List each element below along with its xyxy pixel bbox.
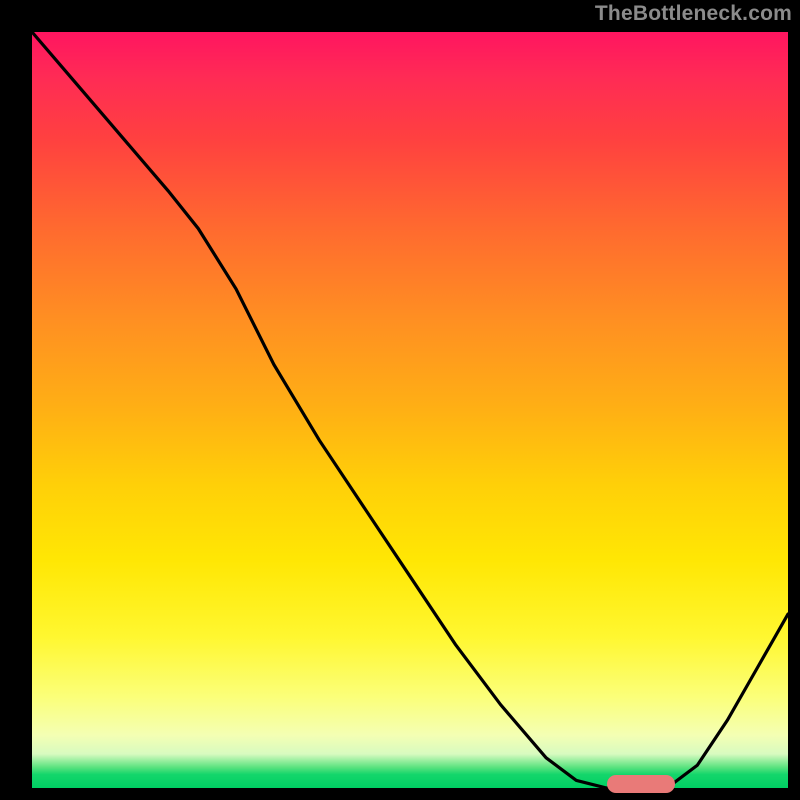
watermark-text: TheBottleneck.com <box>595 2 792 26</box>
plot-area <box>32 32 788 788</box>
optimal-range-marker <box>607 775 675 793</box>
bottleneck-curve <box>32 32 788 788</box>
chart-frame: TheBottleneck.com <box>0 0 800 800</box>
curve-path <box>32 32 788 788</box>
